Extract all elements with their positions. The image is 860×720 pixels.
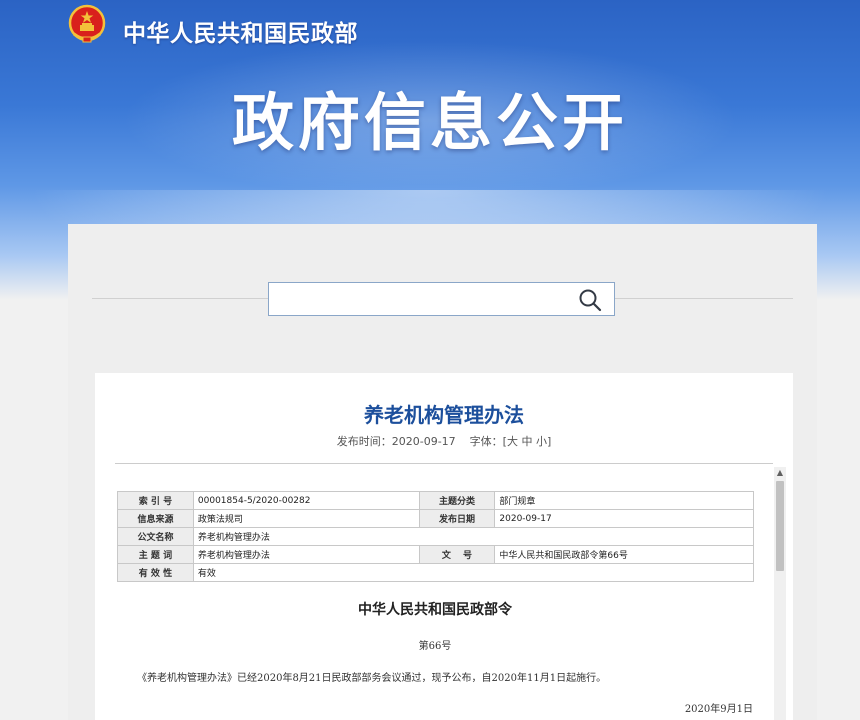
table-value: 养老机构管理办法: [192, 545, 420, 564]
table-label: 有 效 性: [117, 563, 194, 582]
font-medium-button[interactable]: 中: [521, 435, 532, 448]
scroll-thumb[interactable]: [776, 481, 784, 571]
table-value: 2020-09-17: [494, 509, 754, 528]
font-close-bracket: ]: [546, 435, 552, 448]
table-label: 主题分类: [418, 491, 496, 510]
table-label: 主 题 词: [117, 545, 194, 564]
national-emblem-icon[interactable]: [68, 4, 106, 44]
document-date: 2020年9月1日: [684, 704, 753, 715]
font-large-button[interactable]: 大: [507, 435, 518, 448]
scroll-up-arrow-icon[interactable]: ▲: [774, 467, 786, 479]
article-meta: 发布时间：2020-09-17 字体：[大 中 小]: [95, 433, 793, 449]
publish-date: 2020-09-17: [391, 435, 456, 448]
document-number: 第66号: [418, 641, 452, 652]
font-small-button[interactable]: 小: [536, 435, 547, 448]
search-input[interactable]: [269, 283, 569, 315]
article-card: 养老机构管理办法 发布时间：2020-09-17 字体：[大 中 小] 索 引 …: [95, 373, 793, 720]
table-row: 索 引 号 00001854-5/2020-00282 主题分类 部门规章: [117, 491, 754, 510]
search-divider-right: [615, 298, 793, 299]
table-label: 信息来源: [117, 509, 194, 528]
title-divider: [115, 463, 773, 464]
info-table: 索 引 号 00001854-5/2020-00282 主题分类 部门规章 信息…: [117, 491, 755, 582]
table-label: 公文名称: [117, 527, 194, 546]
table-row: 信息来源 政策法规司 发布日期 2020-09-17: [117, 509, 754, 528]
table-row: 公文名称 养老机构管理办法: [117, 527, 755, 546]
font-size-label: 字体：: [469, 435, 503, 448]
table-label: 文 号: [418, 545, 496, 564]
table-value: 中华人民共和国民政部令第66号: [494, 545, 754, 564]
document-heading: 中华人民共和国民政部令: [358, 602, 512, 618]
table-label: 索 引 号: [117, 491, 194, 510]
table-value: 养老机构管理办法: [192, 527, 755, 546]
content-scrollbar[interactable]: ▲: [774, 467, 786, 720]
table-value: 政策法规司: [192, 509, 420, 528]
search-divider-left: [92, 298, 268, 299]
publish-label: 发布时间：: [336, 435, 392, 448]
table-row: 有 效 性 有效: [117, 563, 755, 582]
search-icon[interactable]: [578, 288, 602, 312]
banner-title: 政府信息公开: [231, 86, 628, 159]
table-value: 部门规章: [494, 491, 754, 510]
ministry-name[interactable]: 中华人民共和国民政部: [123, 14, 358, 48]
search-box: [268, 282, 615, 316]
article-title: 养老机构管理办法: [364, 403, 524, 427]
table-label: 发布日期: [418, 509, 496, 528]
table-value: 00001854-5/2020-00282: [192, 491, 420, 510]
document-body: 《养老机构管理办法》已经2020年8月21日民政部部务会议通过，现予公布，自20…: [137, 673, 607, 684]
table-row: 主 题 词 养老机构管理办法 文 号 中华人民共和国民政部令第66号: [117, 545, 754, 564]
table-value: 有效: [192, 563, 755, 582]
